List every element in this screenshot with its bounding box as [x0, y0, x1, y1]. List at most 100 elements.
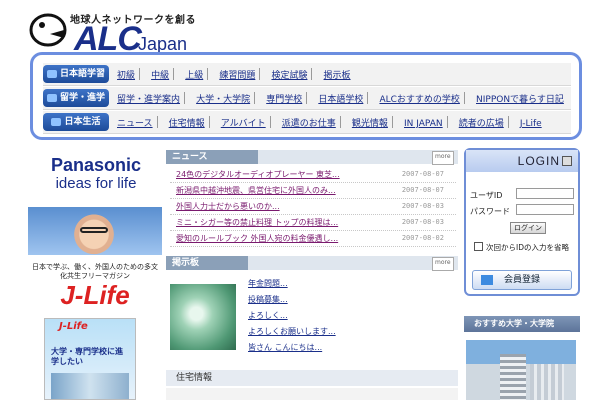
- nav-separator: [339, 115, 341, 128]
- board-post-link[interactable]: 皆さん こんにちは...: [248, 342, 322, 353]
- nav-link-jlife[interactable]: J-Life: [520, 113, 542, 133]
- nav-row-japanese-study: 日本語学習 初級 中級 上級 練習問題 検定試験 掲示板: [43, 63, 571, 86]
- register-icon: [481, 275, 493, 285]
- nav-link-language-school[interactable]: 日本語学校: [318, 89, 363, 109]
- nav-category-label: 日本語学習: [59, 69, 105, 79]
- register-label: 会員登録: [503, 275, 540, 285]
- nav-category-japanese-study[interactable]: 日本語学習: [43, 65, 109, 83]
- nav-category-label: 留学・進学: [59, 93, 105, 103]
- nav-separator: [311, 67, 313, 80]
- nav-link-bbs[interactable]: 掲示板: [324, 65, 351, 85]
- jlife-ad[interactable]: 日本で学ぶ、働く、外国人のための多文化共生フリーマガジン J-Life: [28, 207, 162, 315]
- nav-category-label: 日本生活: [64, 117, 101, 127]
- news-item[interactable]: 外国人力士だから悪いのか... 2007-08-03: [170, 200, 456, 215]
- user-id-label: ユーザID: [470, 191, 503, 200]
- mascot-icon: [29, 13, 67, 47]
- site-logo[interactable]: 地球人ネットワークを創る ALC Japan: [28, 8, 228, 56]
- nav-category-life-in-japan[interactable]: 日本生活: [43, 113, 109, 131]
- housing-section-title: 住宅情報: [166, 370, 458, 386]
- news-item[interactable]: 24色のデジタルオーディオプレーヤー 東芝... 2007-08-07: [170, 168, 456, 183]
- login-panel: LOGIN ユーザID パスワード ログイン 次回からIDの入力を省略 会員登録: [464, 148, 580, 296]
- news-date: 2007-08-03: [401, 202, 444, 210]
- nav-separator: [156, 115, 158, 128]
- panasonic-slogan: ideas for life: [55, 175, 137, 192]
- board-more-link[interactable]: more: [432, 257, 454, 271]
- nav-separator: [391, 115, 393, 128]
- nav-link-readers-plaza[interactable]: 読者の広場: [459, 113, 504, 133]
- jlife-caption: 日本で学ぶ、働く、外国人のための多文化共生フリーマガジン: [32, 263, 158, 280]
- remember-checkbox[interactable]: [474, 242, 483, 251]
- news-header-bar: [258, 150, 458, 164]
- nav-link-beginner[interactable]: 初級: [117, 65, 135, 85]
- nav-link-dispatch-jobs[interactable]: 派遣のお仕事: [282, 113, 336, 133]
- nav-separator: [139, 67, 141, 80]
- nav-link-tourism[interactable]: 観光情報: [352, 113, 388, 133]
- logo-text: ALC: [74, 20, 142, 58]
- nav-link-vocational[interactable]: 専門学校: [266, 89, 302, 109]
- register-button[interactable]: 会員登録: [472, 270, 572, 290]
- nav-category-study-abroad[interactable]: 留学・進学: [43, 89, 109, 107]
- nav-separator: [463, 91, 465, 104]
- news-date: 2007-08-02: [401, 234, 444, 242]
- news-item[interactable]: 愛知のルールブック 外国人宛の料金優遇し... 2007-08-02: [170, 232, 456, 247]
- nav-separator: [184, 91, 186, 104]
- nav-link-university[interactable]: 大学・大学院: [196, 89, 250, 109]
- board-post-link[interactable]: よろしく...: [248, 310, 288, 321]
- news-headline[interactable]: 愛知のルールブック 外国人宛の料金優遇し...: [176, 233, 338, 244]
- news-headline[interactable]: ミニ・シガー等の禁止料理 トップの料理は...: [176, 217, 338, 228]
- category-icon: [46, 93, 57, 102]
- nav-link-intermediate[interactable]: 中級: [151, 65, 169, 85]
- magazine-title: J-Life: [59, 321, 88, 332]
- category-icon: [46, 69, 57, 78]
- news-section-title: ニュース: [166, 150, 258, 164]
- news-item[interactable]: 新潟県中越沖地震、県営住宅に外国人のみ... 2007-08-07: [170, 184, 456, 199]
- password-input[interactable]: [516, 204, 574, 215]
- magazine-photo: [51, 373, 129, 399]
- nav-separator: [208, 115, 210, 128]
- board-photo: [170, 284, 236, 350]
- nav-link-study-guide[interactable]: 留学・進学案内: [117, 89, 180, 109]
- nav-row-study-abroad: 留学・進学 留学・進学案内 大学・大学院 専門学校 日本語学校 ALCおすすめの…: [43, 87, 571, 110]
- nav-link-advanced[interactable]: 上級: [185, 65, 203, 85]
- user-id-input[interactable]: [516, 188, 574, 199]
- nav-links-study-abroad: 留学・進学案内 大学・大学院 専門学校 日本語学校 ALCおすすめの学校 NIP…: [117, 87, 571, 109]
- nav-separator: [367, 91, 369, 104]
- nav-separator: [259, 67, 261, 80]
- news-more-link[interactable]: more: [432, 151, 454, 165]
- panasonic-ad[interactable]: Panasonic ideas for life: [34, 155, 158, 197]
- nav-link-exams[interactable]: 検定試験: [271, 65, 307, 85]
- jlife-logo: J-Life: [60, 280, 130, 310]
- nav-link-news[interactable]: ニュース: [117, 113, 153, 133]
- recommend-photo[interactable]: [466, 340, 576, 400]
- nav-separator: [446, 115, 448, 128]
- nav-link-recommended-schools[interactable]: ALCおすすめの学校: [379, 89, 459, 109]
- main-navigation: 日本語学習 初級 中級 上級 練習問題 検定試験 掲示板 留学・進学 留学・進学…: [30, 52, 582, 140]
- nav-row-life-in-japan: 日本生活 ニュース 住宅情報 アルバイト 派遣のお仕事 観光情報 IN JAPA…: [43, 111, 571, 134]
- remember-label: 次回からIDの入力を省略: [486, 243, 569, 252]
- nav-link-part-time[interactable]: アルバイト: [221, 113, 266, 133]
- board-section-title: 掲示板: [166, 256, 248, 270]
- nav-separator: [306, 91, 308, 104]
- nav-separator: [269, 115, 271, 128]
- board-post-link[interactable]: 年金問題...: [248, 278, 288, 289]
- magazine-headline: 大学・専門学校に進学したい: [51, 347, 123, 366]
- panasonic-brand: Panasonic: [50, 155, 142, 175]
- board-post-link[interactable]: よろしくお願いします...: [248, 326, 336, 337]
- housing-section-body: [166, 388, 458, 400]
- password-label: パスワード: [470, 207, 510, 216]
- nav-link-diary[interactable]: NIPPONで暮らす日記: [476, 89, 564, 109]
- nav-separator: [207, 67, 209, 80]
- lock-icon: [562, 156, 572, 166]
- news-headline[interactable]: 24色のデジタルオーディオプレーヤー 東芝...: [176, 169, 340, 180]
- board-post-link[interactable]: 投稿募集...: [248, 294, 288, 305]
- nav-link-housing[interactable]: 住宅情報: [169, 113, 205, 133]
- nav-link-in-japan[interactable]: IN JAPAN: [404, 113, 443, 133]
- news-headline[interactable]: 新潟県中越沖地震、県営住宅に外国人のみ...: [176, 185, 336, 196]
- nav-link-exercises[interactable]: 練習問題: [219, 65, 255, 85]
- nav-separator: [507, 115, 509, 128]
- board-header-bar: [248, 256, 458, 270]
- news-headline[interactable]: 外国人力士だから悪いのか...: [176, 201, 280, 212]
- login-button[interactable]: ログイン: [510, 222, 546, 234]
- magazine-cover-ad[interactable]: J-Life 大学・専門学校に進学したい: [44, 318, 136, 400]
- news-item[interactable]: ミニ・シガー等の禁止料理 トップの料理は... 2007-08-03: [170, 216, 456, 231]
